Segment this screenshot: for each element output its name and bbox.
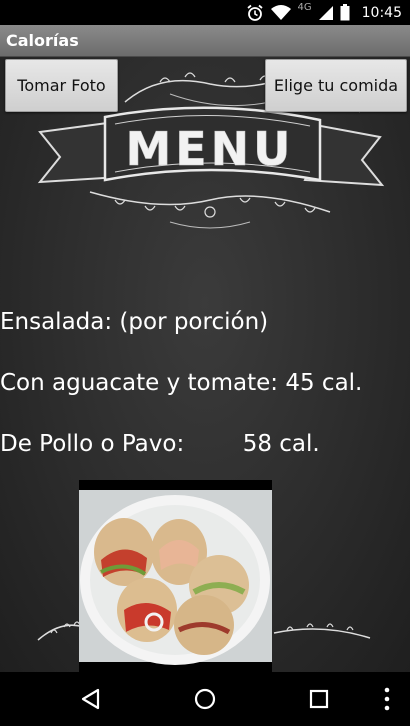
food-photo (79, 480, 272, 672)
more-options-icon[interactable] (372, 684, 402, 714)
app-title: Calorías (6, 31, 79, 50)
battery-icon (340, 4, 350, 21)
signal-icon (318, 5, 333, 20)
back-icon[interactable] (77, 684, 107, 714)
choose-food-button[interactable]: Elige tu comida (265, 59, 407, 112)
chalk-swirl-right (273, 623, 371, 639)
navigation-bar (0, 672, 410, 726)
home-icon[interactable] (190, 684, 220, 714)
pita-sandwiches-image (79, 490, 272, 665)
recents-icon[interactable] (304, 684, 334, 714)
app-title-bar: Calorías (0, 25, 410, 57)
menu-banner-text: MENU (125, 122, 294, 176)
avocado-tomato-calories: Con aguacate y tomate: 45 cal. (0, 370, 363, 396)
alarm-icon (246, 4, 263, 21)
status-bar: 4G 10:45 (0, 0, 410, 25)
chicken-turkey-calories: De Pollo o Pavo: 58 cal. (0, 431, 320, 457)
take-photo-button[interactable]: Tomar Foto (5, 59, 118, 112)
clock: 10:45 (361, 4, 402, 21)
salad-heading: Ensalada: (por porción) (0, 309, 269, 335)
wifi-icon (270, 5, 291, 20)
network-type-label: 4G (297, 2, 312, 13)
